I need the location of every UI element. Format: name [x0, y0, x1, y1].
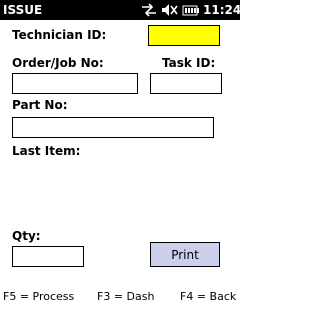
- last-item-label: Last Item:: [12, 144, 81, 158]
- title-bar: ISSUE 11:24: [0, 0, 242, 20]
- volume-muted-icon[interactable]: [161, 2, 179, 18]
- technician-id-label: Technician ID:: [12, 28, 107, 42]
- clock: 11:24: [203, 3, 242, 17]
- order-job-no-label: Order/Job No:: [12, 56, 104, 70]
- technician-id-input[interactable]: [148, 25, 220, 46]
- task-id-label: Task ID:: [162, 56, 216, 70]
- battery-icon[interactable]: [182, 2, 201, 18]
- app-title: ISSUE: [3, 3, 43, 17]
- f3-dash-hint: F3 = Dash: [97, 290, 155, 303]
- connectivity-icon[interactable]: [140, 2, 158, 18]
- qty-input[interactable]: [12, 246, 84, 267]
- qty-label: Qty:: [12, 229, 41, 243]
- print-button[interactable]: Print: [150, 242, 220, 267]
- order-job-no-input[interactable]: [12, 73, 138, 94]
- part-no-label: Part No:: [12, 98, 68, 112]
- task-id-input[interactable]: [150, 73, 222, 94]
- part-no-input[interactable]: [12, 117, 214, 138]
- f4-back-hint: F4 = Back: [180, 290, 237, 303]
- f5-process-hint: F5 = Process: [3, 290, 75, 303]
